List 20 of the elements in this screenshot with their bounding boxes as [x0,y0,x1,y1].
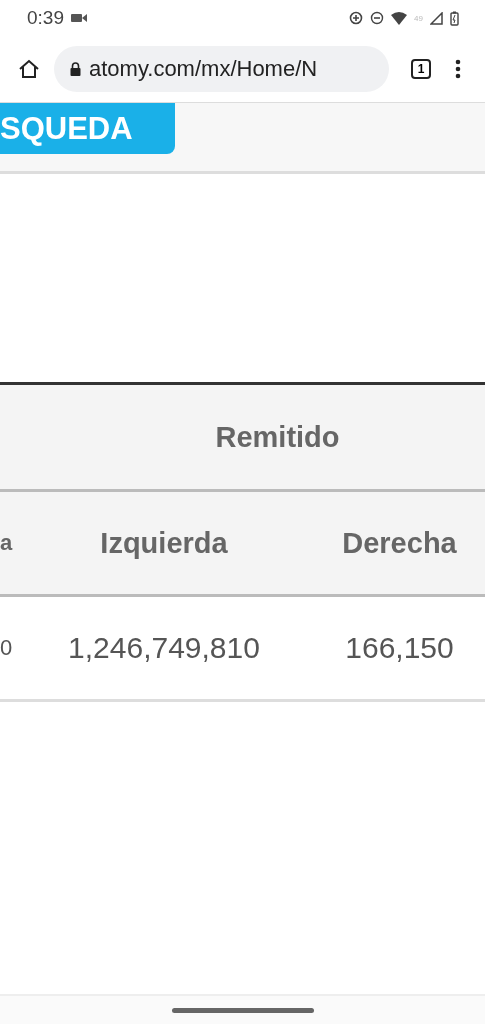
data-saver-icon [349,11,364,25]
wifi-icon [391,11,408,25]
address-bar[interactable]: atomy.com/mx/Home/N [54,46,389,92]
home-icon[interactable] [18,59,40,79]
column-header: Derecha [341,526,458,560]
table-cell-text: 166,150 [344,631,455,665]
table-cell-text: 1,246,749,810 [67,631,261,665]
do-not-disturb-icon [370,11,385,25]
column-header: a [0,530,14,556]
group-header: Remitido [215,420,340,454]
lock-icon [70,62,81,76]
tab-count-button[interactable]: 1 [411,59,431,79]
column-header: Izquierda [99,526,229,560]
signal-icon [430,11,443,25]
battery-icon [450,10,459,26]
status-time: 0:39 [27,7,64,29]
home-handle[interactable] [171,1007,314,1013]
table-cell: 0 [0,635,14,661]
more-options-icon[interactable] [455,59,461,79]
video-camera-icon [71,13,87,23]
